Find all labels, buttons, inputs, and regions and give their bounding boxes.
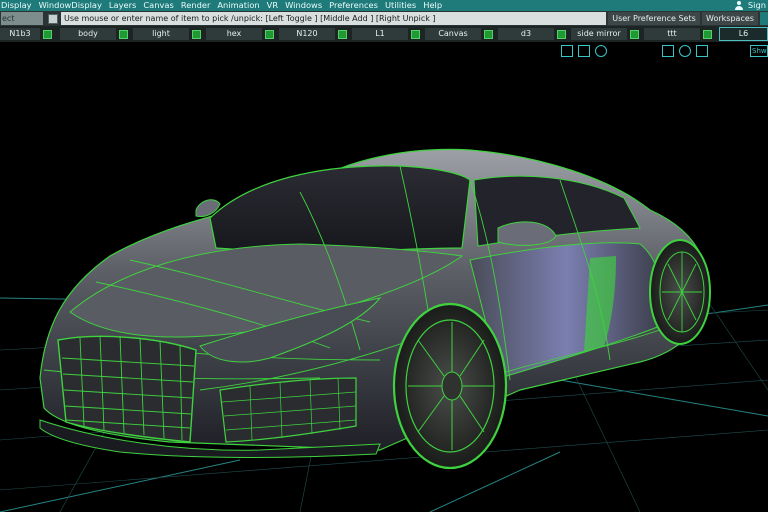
- user-icon[interactable]: [734, 0, 744, 11]
- menu-window-display[interactable]: WindowDisplay: [38, 0, 108, 11]
- rear-wheel[interactable]: [649, 239, 711, 345]
- layer-label[interactable]: N120: [279, 28, 335, 40]
- menu-preferences[interactable]: Preferences: [328, 0, 384, 11]
- layer-label[interactable]: body: [60, 28, 116, 40]
- workspace-swatch[interactable]: [760, 12, 768, 25]
- prompt-message: Use mouse or enter name of item to pick …: [61, 12, 606, 25]
- search-field[interactable]: ect: [1, 12, 43, 25]
- user-preference-sets-button[interactable]: User Preference Sets: [608, 12, 700, 25]
- tumble-icon[interactable]: [679, 45, 691, 57]
- layer-cell[interactable]: hex: [206, 28, 274, 40]
- layer-label[interactable]: d3: [498, 28, 554, 40]
- frame-icon[interactable]: [578, 45, 590, 57]
- layer-cell[interactable]: d3: [498, 28, 566, 40]
- layer-label[interactable]: light: [133, 28, 189, 40]
- sign-in-area[interactable]: Sign: [734, 0, 768, 11]
- menu-animation[interactable]: Animation: [216, 0, 265, 11]
- layer-cell[interactable]: Canvas: [425, 28, 493, 40]
- layer-cell[interactable]: body: [60, 28, 128, 40]
- layer-label[interactable]: hex: [206, 28, 262, 40]
- zoom-icon[interactable]: [595, 45, 607, 57]
- layer-visibility-toggle[interactable]: [192, 29, 201, 39]
- layer-visibility-toggle[interactable]: [484, 29, 493, 39]
- menu-bar: Display WindowDisplay Layers Canvas Rend…: [0, 0, 768, 11]
- menu-render[interactable]: Render: [180, 0, 217, 11]
- menu-windows[interactable]: Windows: [284, 0, 328, 11]
- show-button[interactable]: Shw: [750, 45, 768, 57]
- layer-label[interactable]: N1b3: [0, 28, 40, 40]
- layer-cell[interactable]: N120: [279, 28, 347, 40]
- menu-canvas[interactable]: Canvas: [142, 0, 179, 11]
- layer-visibility-toggle[interactable]: [265, 29, 274, 39]
- layer-visibility-toggle[interactable]: [411, 29, 420, 39]
- prompt-icon: [48, 13, 58, 24]
- menu-vr[interactable]: VR: [266, 0, 284, 11]
- viewport-canvas[interactable]: [0, 60, 768, 512]
- prompt-bar: ect Use mouse or enter name of item to p…: [0, 11, 768, 26]
- layer-visibility-toggle[interactable]: [43, 29, 52, 39]
- menu-layers[interactable]: Layers: [108, 0, 142, 11]
- layer-label[interactable]: Canvas: [425, 28, 481, 40]
- layer-cell[interactable]: ttt: [644, 28, 712, 40]
- fit-view-icon[interactable]: [662, 45, 674, 57]
- workspaces-button[interactable]: Workspaces: [702, 12, 758, 25]
- layer-visibility-toggle[interactable]: [630, 29, 639, 39]
- menu-utilities[interactable]: Utilities: [384, 0, 422, 11]
- layer-label[interactable]: side mirror: [571, 28, 627, 40]
- 3d-viewport[interactable]: [0, 60, 768, 512]
- layer-label[interactable]: ttt: [644, 28, 700, 40]
- active-layer[interactable]: L6: [719, 27, 768, 41]
- layer-visibility-toggle[interactable]: [557, 29, 566, 39]
- track-icon[interactable]: [696, 45, 708, 57]
- front-wheel[interactable]: [392, 302, 508, 470]
- car-windshield: [209, 165, 471, 253]
- menu-display[interactable]: Display: [0, 0, 38, 11]
- layer-cell[interactable]: side mirror: [571, 28, 639, 40]
- layer-visibility-toggle[interactable]: [338, 29, 347, 39]
- sign-in-label[interactable]: Sign: [746, 0, 766, 11]
- menu-help[interactable]: Help: [422, 0, 448, 11]
- camera-icon[interactable]: [561, 45, 573, 57]
- layer-cell[interactable]: N1b3: [0, 28, 52, 40]
- car-model[interactable]: [39, 148, 708, 458]
- layer-bar: N1b3 body light hex N120 L1 Canvas d3 si…: [0, 26, 768, 42]
- layer-visibility-toggle[interactable]: [119, 29, 128, 39]
- layer-label[interactable]: L1: [352, 28, 408, 40]
- layer-cell[interactable]: light: [133, 28, 201, 40]
- layer-cell[interactable]: L1: [352, 28, 420, 40]
- layer-visibility-toggle[interactable]: [703, 29, 712, 39]
- viewport-toolbar: Shw: [0, 42, 768, 60]
